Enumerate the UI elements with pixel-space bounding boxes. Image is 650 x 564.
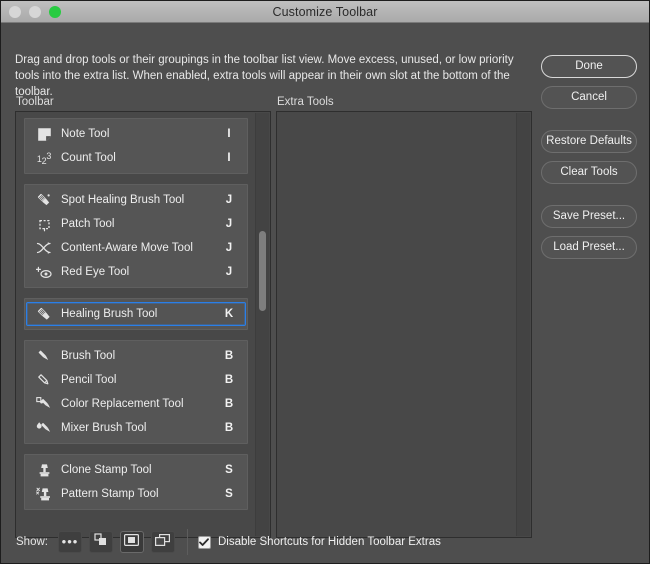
shapes-icon bbox=[94, 533, 108, 551]
tool-shortcut-key: B bbox=[224, 422, 234, 434]
extra-tools-scrollbar-track[interactable] bbox=[516, 113, 530, 536]
tool-row[interactable]: Note Tool I bbox=[26, 122, 246, 146]
tool-shortcut-key: S bbox=[225, 464, 233, 476]
mixer-brush-icon bbox=[33, 419, 55, 437]
load-preset-button[interactable]: Load Preset... bbox=[541, 236, 637, 259]
tool-name: Pattern Stamp Tool bbox=[61, 488, 159, 500]
content-aware-move-icon bbox=[33, 239, 55, 257]
tool-row[interactable]: Clone Stamp Tool S bbox=[26, 458, 246, 482]
tool-name: Red Eye Tool bbox=[61, 266, 130, 278]
pattern-stamp-icon bbox=[33, 485, 55, 503]
tool-shortcut-key: B bbox=[224, 398, 234, 410]
tool-row[interactable]: Red Eye Tool J bbox=[26, 260, 246, 284]
healing-brush-icon bbox=[33, 305, 55, 323]
tool-row[interactable]: Brush Tool B bbox=[26, 344, 246, 368]
tool-row[interactable]: Pencil Tool B bbox=[26, 368, 246, 392]
tool-shortcut-key: J bbox=[225, 194, 233, 206]
window-titlebar: Customize Toolbar bbox=[1, 1, 649, 23]
tool-shortcut-key: J bbox=[225, 266, 233, 278]
tool-name: Color Replacement Tool bbox=[61, 398, 184, 410]
zoom-button[interactable] bbox=[49, 5, 61, 18]
done-button[interactable]: Done bbox=[541, 55, 637, 78]
tool-name: Clone Stamp Tool bbox=[61, 464, 152, 476]
button-group-gap-1 bbox=[541, 117, 637, 130]
tool-row[interactable]: Content-Aware Move Tool J bbox=[26, 236, 246, 260]
note-icon bbox=[33, 125, 55, 143]
spot-healing-brush-icon bbox=[33, 191, 55, 209]
tool-group[interactable]: Healing Brush Tool K bbox=[24, 298, 248, 330]
panels-icon bbox=[155, 533, 171, 551]
tool-row[interactable]: 123 Count Tool I bbox=[26, 146, 246, 170]
tool-name: Mixer Brush Tool bbox=[61, 422, 147, 434]
minimize-button[interactable] bbox=[29, 5, 41, 18]
extra-tools-list[interactable] bbox=[277, 112, 517, 537]
toolbar-list-panel[interactable]: Note Tool I 123 Count Tool I Spot Healing Bru… bbox=[15, 111, 271, 538]
dialog-button-column: Done Cancel Restore Defaults Clear Tools… bbox=[541, 55, 637, 267]
tool-row[interactable]: Spot Healing Brush Tool J bbox=[26, 188, 246, 212]
tool-shortcut-key: B bbox=[224, 374, 234, 386]
tool-row[interactable]: Healing Brush Tool K bbox=[26, 302, 246, 326]
tool-shortcut-key: K bbox=[224, 308, 234, 320]
disable-shortcuts-label: Disable Shortcuts for Hidden Toolbar Ext… bbox=[217, 536, 441, 548]
pencil-icon bbox=[33, 371, 55, 389]
disable-shortcuts-checkbox[interactable] bbox=[197, 535, 211, 549]
tool-name: Spot Healing Brush Tool bbox=[61, 194, 185, 206]
bottom-bar: Show: ••• Disable Shortcuts for Hidden T… bbox=[1, 519, 649, 563]
window-title: Customize Toolbar bbox=[272, 4, 378, 19]
button-group-gap-2 bbox=[541, 192, 637, 205]
tool-row[interactable]: Mixer Brush Tool B bbox=[26, 416, 246, 440]
show-tool-groups-button[interactable] bbox=[88, 531, 113, 553]
tool-shortcut-key: J bbox=[225, 218, 233, 230]
toolbar-list[interactable]: Note Tool I 123 Count Tool I Spot Healing Bru… bbox=[16, 112, 256, 537]
toolbar-scrollbar-track[interactable] bbox=[255, 113, 269, 536]
show-screen-mode-button[interactable] bbox=[119, 531, 144, 553]
show-label: Show: bbox=[16, 536, 48, 548]
tool-row[interactable]: Color Replacement Tool B bbox=[26, 392, 246, 416]
tool-name: Brush Tool bbox=[61, 350, 116, 362]
close-button[interactable] bbox=[9, 5, 21, 18]
tool-name: Healing Brush Tool bbox=[61, 308, 158, 320]
tool-shortcut-key: I bbox=[227, 152, 231, 164]
clone-stamp-icon bbox=[33, 461, 55, 479]
tool-name: Pencil Tool bbox=[61, 374, 117, 386]
screen-mode-icon bbox=[124, 533, 140, 551]
tool-name: Content-Aware Move Tool bbox=[61, 242, 193, 254]
count-icon: 123 bbox=[36, 150, 52, 166]
color-replacement-icon bbox=[33, 395, 55, 413]
patch-icon bbox=[33, 215, 55, 233]
tool-name: Note Tool bbox=[61, 128, 110, 140]
dialog-body: Drag and drop tools or their groupings i… bbox=[1, 23, 649, 563]
toolbar-column-label: Toolbar bbox=[16, 96, 54, 108]
tool-group[interactable]: Spot Healing Brush Tool J Patch Tool J Conte… bbox=[24, 184, 248, 288]
tool-shortcut-key: B bbox=[224, 350, 234, 362]
tool-group[interactable]: Note Tool I 123 Count Tool I bbox=[24, 118, 248, 174]
save-preset-button[interactable]: Save Preset... bbox=[541, 205, 637, 228]
tool-group[interactable]: Clone Stamp Tool S Pattern Stamp Tool S bbox=[24, 454, 248, 510]
customize-toolbar-window: Customize Toolbar Drag and drop tools or… bbox=[0, 0, 650, 564]
extra-tools-column-label: Extra Tools bbox=[277, 96, 334, 108]
tool-shortcut-key: J bbox=[225, 242, 233, 254]
window-controls bbox=[9, 1, 61, 22]
tool-group[interactable]: Brush Tool B Pencil Tool B Color Replacement… bbox=[24, 340, 248, 444]
disable-shortcuts-checkbox-row[interactable]: Disable Shortcuts for Hidden Toolbar Ext… bbox=[197, 535, 441, 549]
toolbar-scrollbar-thumb[interactable] bbox=[259, 231, 266, 311]
bottom-bar-separator bbox=[186, 529, 188, 555]
show-extras-dots-button[interactable]: ••• bbox=[57, 531, 82, 553]
brush-icon bbox=[33, 347, 55, 365]
tool-row[interactable]: Patch Tool J bbox=[26, 212, 246, 236]
tool-row[interactable]: Pattern Stamp Tool S bbox=[26, 482, 246, 506]
red-eye-icon bbox=[33, 263, 55, 281]
extra-tools-panel[interactable] bbox=[276, 111, 532, 538]
restore-defaults-button[interactable]: Restore Defaults bbox=[541, 130, 637, 153]
tool-shortcut-key: I bbox=[227, 128, 231, 140]
tool-name: Patch Tool bbox=[61, 218, 115, 230]
clear-tools-button[interactable]: Clear Tools bbox=[541, 161, 637, 184]
tool-name: Count Tool bbox=[61, 152, 116, 164]
cancel-button[interactable]: Cancel bbox=[541, 86, 637, 109]
dialog-description: Drag and drop tools or their groupings i… bbox=[15, 54, 514, 98]
tool-shortcut-key: S bbox=[225, 488, 233, 500]
checkmark-icon bbox=[199, 537, 210, 546]
show-panels-button[interactable] bbox=[150, 531, 175, 553]
